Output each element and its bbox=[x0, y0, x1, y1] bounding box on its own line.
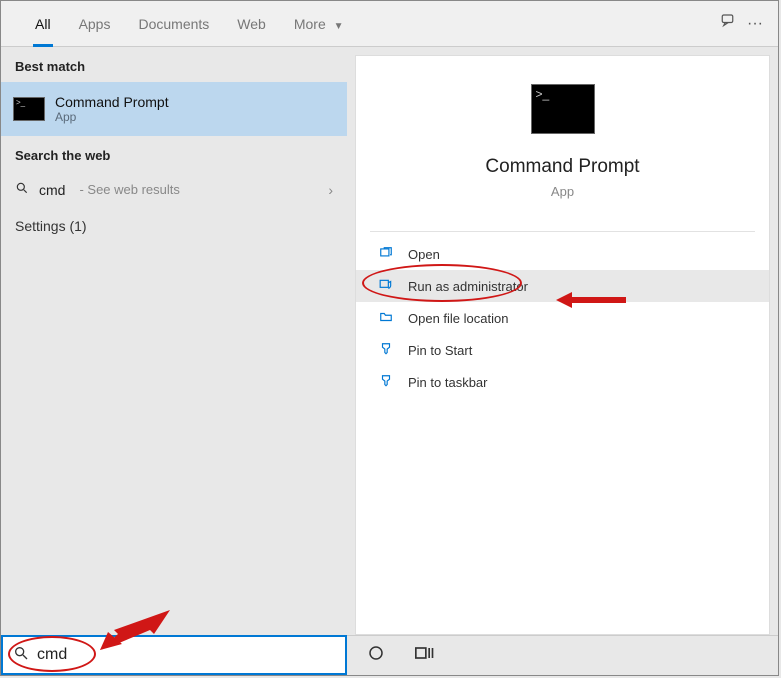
action-pin-taskbar-label: Pin to taskbar bbox=[408, 375, 488, 390]
web-term: cmd bbox=[39, 182, 65, 198]
action-open[interactable]: Open bbox=[356, 238, 769, 270]
action-open-label: Open bbox=[408, 247, 440, 262]
action-pin-to-taskbar[interactable]: Pin to taskbar bbox=[356, 366, 769, 398]
search-detail-panel: Command Prompt App Open Run as administr… bbox=[347, 47, 778, 635]
detail-card: Command Prompt App Open Run as administr… bbox=[355, 55, 770, 635]
tab-apps[interactable]: Apps bbox=[65, 1, 125, 47]
action-pin-start-label: Pin to Start bbox=[408, 343, 472, 358]
shield-icon bbox=[378, 278, 394, 295]
cortana-icon[interactable] bbox=[367, 644, 385, 667]
detail-subtitle: App bbox=[551, 184, 574, 199]
result-subtitle: App bbox=[55, 110, 169, 124]
search-scope-tabs: All Apps Documents Web More ▼ ··· bbox=[1, 1, 778, 47]
task-view-icon[interactable] bbox=[415, 645, 435, 666]
feedback-icon[interactable] bbox=[716, 12, 742, 35]
result-title: Command Prompt bbox=[55, 94, 169, 110]
web-hint: - See web results bbox=[79, 182, 179, 197]
detail-title: Command Prompt bbox=[485, 156, 639, 178]
bottom-bar bbox=[1, 635, 778, 675]
cmd-large-icon bbox=[531, 84, 595, 134]
result-text: Command Prompt App bbox=[55, 94, 169, 124]
pin-taskbar-icon bbox=[378, 374, 394, 391]
options-ellipsis-icon[interactable]: ··· bbox=[742, 15, 768, 33]
separator bbox=[370, 231, 755, 232]
action-run-admin-label: Run as administrator bbox=[408, 279, 528, 294]
search-web-row[interactable]: cmd - See web results › bbox=[1, 171, 347, 208]
search-results-list: Best match Command Prompt App Search the… bbox=[1, 47, 347, 635]
settings-group[interactable]: Settings (1) bbox=[1, 208, 347, 244]
start-search-window: All Apps Documents Web More ▼ ··· Best m… bbox=[0, 0, 779, 676]
action-open-loc-label: Open file location bbox=[408, 311, 508, 326]
search-web-header: Search the web bbox=[1, 136, 347, 171]
search-icon bbox=[15, 181, 29, 198]
result-command-prompt[interactable]: Command Prompt App bbox=[1, 82, 347, 136]
tab-documents[interactable]: Documents bbox=[124, 1, 223, 47]
tab-more-label: More bbox=[294, 16, 326, 32]
chevron-right-icon: › bbox=[328, 182, 333, 198]
search-icon bbox=[13, 645, 29, 666]
detail-header: Command Prompt App bbox=[356, 56, 769, 217]
open-icon bbox=[378, 246, 394, 263]
search-input[interactable] bbox=[37, 646, 335, 664]
pin-start-icon bbox=[378, 342, 394, 359]
folder-icon bbox=[378, 310, 394, 327]
search-main: Best match Command Prompt App Search the… bbox=[1, 47, 778, 635]
taskbar-strip bbox=[347, 635, 778, 675]
action-open-file-location[interactable]: Open file location bbox=[356, 302, 769, 334]
tab-all[interactable]: All bbox=[21, 1, 65, 47]
tab-more[interactable]: More ▼ bbox=[280, 1, 358, 47]
tab-web[interactable]: Web bbox=[223, 1, 280, 47]
action-pin-to-start[interactable]: Pin to Start bbox=[356, 334, 769, 366]
settings-count: (1) bbox=[69, 218, 86, 234]
chevron-down-icon: ▼ bbox=[334, 21, 344, 32]
search-input-box[interactable] bbox=[1, 635, 347, 675]
best-match-header: Best match bbox=[1, 47, 347, 82]
action-run-as-administrator[interactable]: Run as administrator bbox=[356, 270, 769, 302]
cmd-icon bbox=[13, 97, 45, 121]
settings-label: Settings bbox=[15, 218, 66, 234]
